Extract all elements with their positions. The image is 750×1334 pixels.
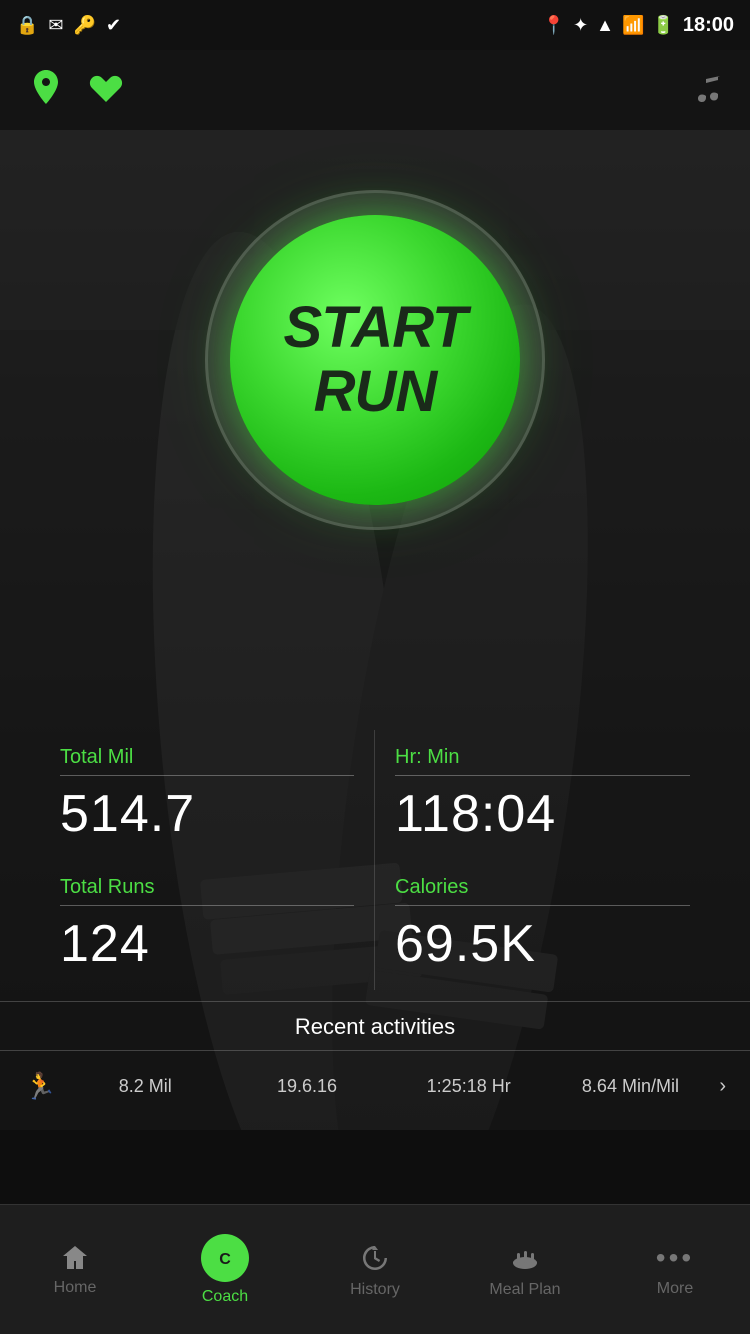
stat-total-miles: Total Mil 514.7: [40, 730, 375, 860]
start-run-container: START RUN: [205, 190, 545, 530]
signal-icon: 📶: [622, 15, 644, 36]
recent-activities-section: Recent activities 🏃 8.2 Mil 19.6.16 1:25…: [0, 1001, 750, 1110]
stat-calories-value: 69.5K: [395, 914, 690, 974]
bluetooth-icon: ✦: [573, 15, 588, 36]
action-bar: [0, 50, 750, 130]
meal-plan-icon: [508, 1241, 542, 1275]
wifi-icon: ▲: [596, 15, 614, 36]
location-button[interactable]: [24, 68, 68, 112]
stat-divider-4: [395, 905, 690, 906]
home-icon: [60, 1243, 90, 1273]
action-bar-left: [24, 68, 124, 112]
music-button[interactable]: [694, 72, 726, 109]
nav-item-coach[interactable]: C Coach: [150, 1205, 300, 1334]
stat-calories-label: Calories: [395, 876, 690, 899]
stats-grid: Total Mil 514.7 Hr: Min 118:04 Total Run…: [40, 730, 710, 990]
stat-total-miles-label: Total Mil: [60, 746, 354, 769]
nav-label-more: More: [657, 1280, 693, 1298]
activity-distance: 8.2 Mil: [72, 1076, 218, 1097]
stat-total-runs-value: 124: [60, 914, 354, 974]
check-icon: ✔: [106, 15, 121, 36]
start-run-outer-ring: START RUN: [205, 190, 545, 530]
activity-chevron-icon: ›: [719, 1075, 726, 1098]
hero-section: START RUN Total Mil 514.7 Hr: Min 118:04…: [0, 130, 750, 1210]
status-icons-left: 🔒 ✉ 🔑 ✔: [16, 15, 121, 36]
heart-button[interactable]: [88, 72, 124, 109]
stats-section: Total Mil 514.7 Hr: Min 118:04 Total Run…: [0, 730, 750, 990]
mail-icon: ✉: [48, 15, 63, 36]
history-icon: [358, 1241, 392, 1275]
nav-item-more[interactable]: ••• More: [600, 1205, 750, 1334]
nav-label-coach: Coach: [202, 1288, 248, 1306]
stat-divider-3: [60, 905, 354, 906]
nav-label-meal-plan: Meal Plan: [489, 1281, 560, 1299]
lock-icon: 🔒: [16, 15, 38, 36]
status-time: 18:00: [683, 14, 734, 37]
nav-item-home[interactable]: Home: [0, 1205, 150, 1334]
location-status-icon: 📍: [543, 15, 565, 36]
recent-activity-row[interactable]: 🏃 8.2 Mil 19.6.16 1:25:18 Hr 8.64 Min/Mi…: [0, 1063, 750, 1110]
bottom-nav: Home C Coach History Meal Plan: [0, 1204, 750, 1334]
stat-hr-min: Hr: Min 118:04: [375, 730, 710, 860]
more-icon: •••: [656, 1242, 694, 1274]
stat-total-miles-value: 514.7: [60, 784, 354, 844]
stat-divider-1: [60, 775, 354, 776]
activity-run-icon: 🏃: [24, 1071, 56, 1102]
nav-item-meal-plan[interactable]: Meal Plan: [450, 1205, 600, 1334]
recent-activities-top-divider: [0, 1001, 750, 1002]
stat-hr-min-value: 118:04: [395, 784, 690, 844]
stat-total-runs: Total Runs 124: [40, 860, 375, 990]
nav-label-home: Home: [54, 1279, 97, 1297]
status-bar: 🔒 ✉ 🔑 ✔ 📍 ✦ ▲ 📶 🔋 18:00: [0, 0, 750, 50]
stat-divider-2: [395, 775, 690, 776]
coach-icon: C: [201, 1234, 249, 1282]
stat-hr-min-label: Hr: Min: [395, 746, 690, 769]
nav-item-history[interactable]: History: [300, 1205, 450, 1334]
activity-duration: 1:25:18 Hr: [396, 1076, 542, 1097]
svg-text:C: C: [219, 1251, 231, 1268]
recent-activities-title: Recent activities: [0, 1014, 750, 1040]
activity-pace: 8.64 Min/Mil: [558, 1076, 704, 1097]
start-run-text-line2: RUN: [314, 360, 437, 424]
activity-date: 19.6.16: [234, 1076, 380, 1097]
key-icon: 🔑: [74, 15, 96, 36]
nav-label-history: History: [350, 1281, 400, 1299]
status-icons-right: 📍 ✦ ▲ 📶 🔋 18:00: [543, 14, 734, 37]
battery-icon: 🔋: [652, 15, 674, 36]
start-run-button[interactable]: START RUN: [230, 215, 520, 505]
stat-total-runs-label: Total Runs: [60, 876, 354, 899]
start-run-text-line1: START: [284, 296, 467, 360]
recent-activities-divider: [0, 1050, 750, 1051]
stat-calories: Calories 69.5K: [375, 860, 710, 990]
